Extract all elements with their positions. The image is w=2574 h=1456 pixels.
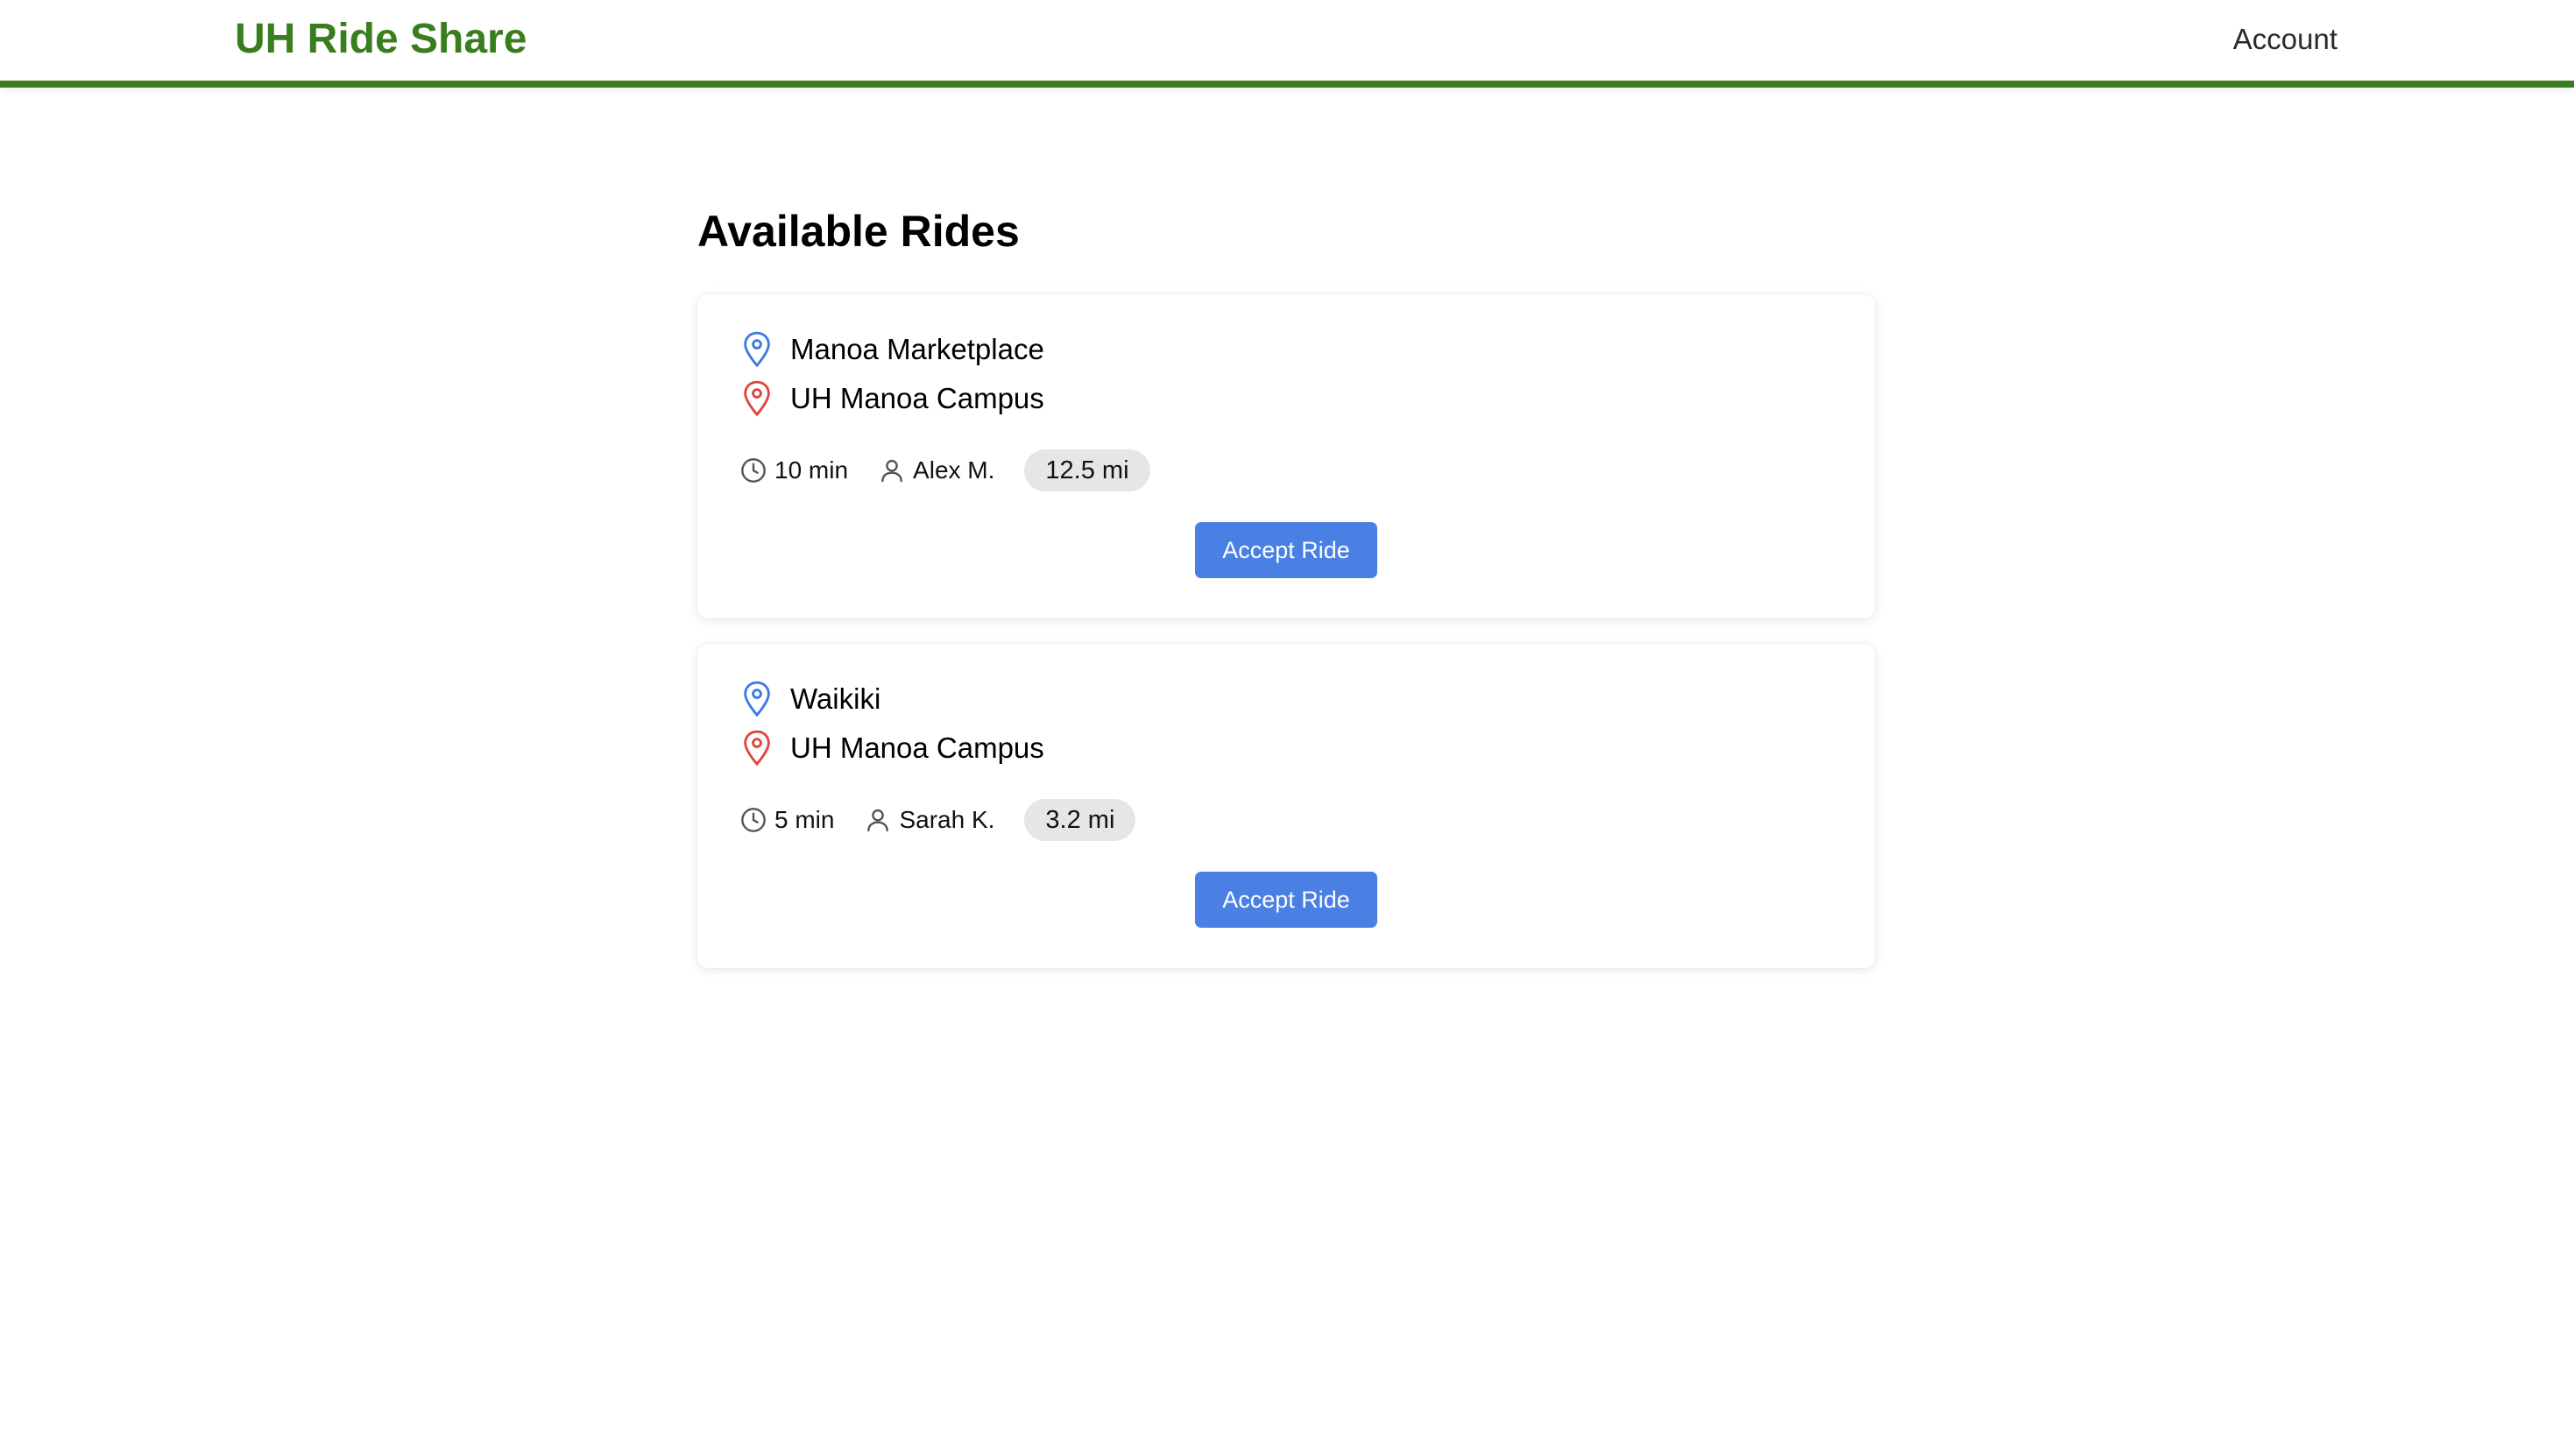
clock-icon — [741, 458, 766, 483]
driver-name: Sarah K. — [899, 806, 995, 833]
ride-driver: Alex M. — [878, 456, 994, 484]
origin-label: Manoa Marketplace — [790, 333, 1044, 365]
ride-driver: Sarah K. — [864, 806, 994, 834]
clock-icon — [741, 808, 766, 832]
ride-meta: 5 min Sarah K. 3.2 mi — [739, 798, 1136, 842]
ride-meta: 10 min Alex M. 12.5 mi — [739, 449, 1150, 492]
ride-time: 10 min — [739, 456, 848, 484]
destination-label: UH Manoa Campus — [790, 732, 1044, 764]
destination-row: UH Manoa Campus — [739, 726, 1044, 770]
destination-pin-icon — [744, 730, 770, 767]
destination-row: UH Manoa Campus — [739, 377, 1044, 421]
origin-row: Waikiki — [739, 677, 880, 721]
origin-pin-icon — [744, 331, 770, 368]
page-title: Available Rides — [697, 207, 1020, 256]
ride-time-label: 5 min — [774, 806, 835, 833]
origin-label: Waikiki — [790, 682, 881, 715]
distance-badge: 3.2 mi — [1024, 799, 1136, 841]
origin-row: Manoa Marketplace — [739, 328, 1044, 371]
user-icon — [867, 809, 889, 832]
account-link[interactable]: Account — [2233, 18, 2337, 61]
distance-badge: 12.5 mi — [1024, 449, 1150, 491]
accept-ride-button[interactable]: Accept Ride — [1195, 522, 1377, 578]
driver-name: Alex M. — [913, 456, 995, 484]
top-navbar: UH Ride Share Account — [0, 0, 2574, 88]
ride-card: Manoa Marketplace UH Manoa Campus 10 min — [697, 294, 1875, 618]
ride-list: Manoa Marketplace UH Manoa Campus 10 min — [697, 294, 1875, 993]
ride-time-label: 10 min — [774, 456, 849, 484]
main-content: Available Rides Manoa Marketplace UH Man… — [697, 200, 1875, 968]
ride-card: Waikiki UH Manoa Campus 5 min Sarah K. 3… — [697, 644, 1875, 968]
destination-label: UH Manoa Campus — [790, 382, 1044, 414]
brand-logo-link[interactable]: UH Ride Share — [235, 12, 527, 67]
destination-pin-icon — [744, 380, 770, 417]
ride-time: 5 min — [739, 806, 834, 834]
accept-ride-button[interactable]: Accept Ride — [1195, 872, 1377, 928]
origin-pin-icon — [744, 681, 770, 717]
user-icon — [881, 459, 902, 483]
